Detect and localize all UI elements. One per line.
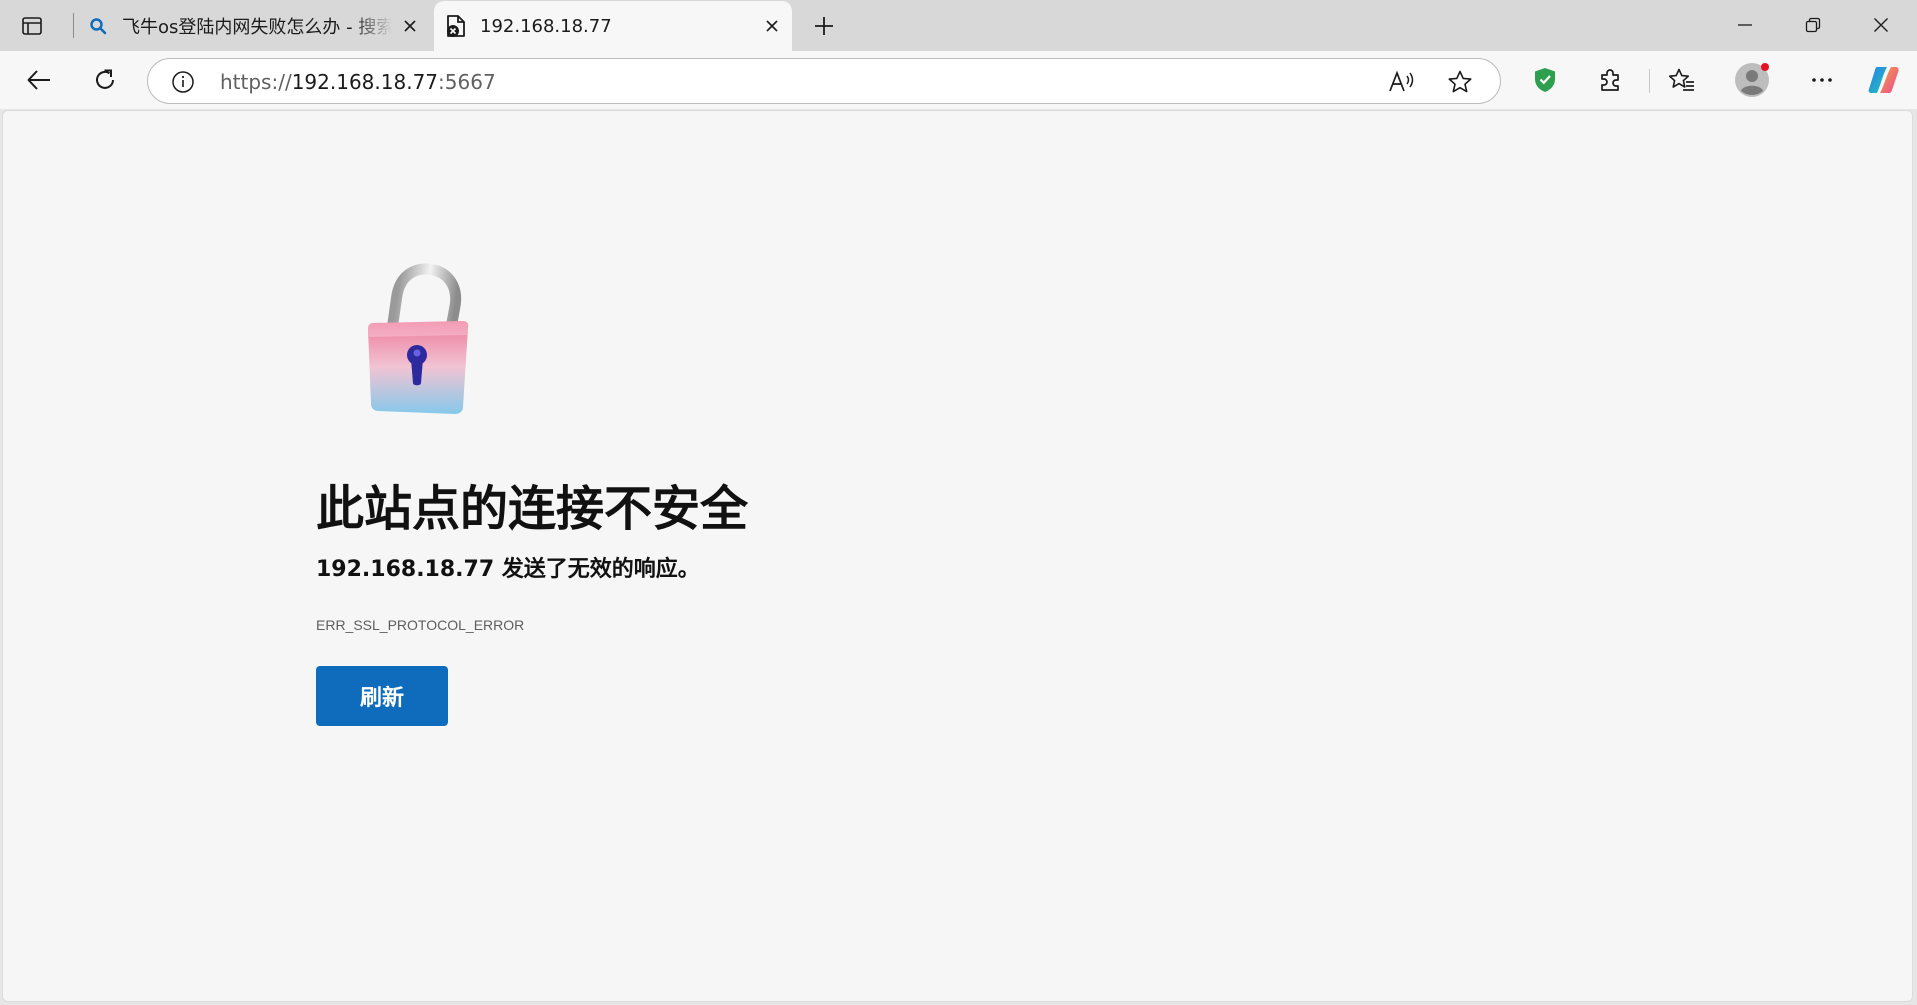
tab-separator [73,13,74,38]
favorites-button[interactable] [1662,60,1702,100]
url-port: :5667 [438,70,496,94]
favorites-icon [1668,68,1694,91]
back-button[interactable] [19,60,59,100]
tab-title: 飞牛os登陆内网失败怎么办 - 搜索 [122,17,392,38]
favorite-star-icon[interactable] [1444,66,1476,98]
extensions-button[interactable] [1590,60,1630,100]
title-bar: 飞牛os登陆内网失败怎么办 - 搜索 192.168.18.77 [0,0,1917,51]
reload-button[interactable]: 刷新 [316,666,448,726]
read-aloud-icon[interactable] [1386,66,1418,98]
restore-icon [1805,17,1821,33]
address-bar[interactable]: https://192.168.18.77:5667 [147,58,1501,104]
tab-search[interactable]: 飞牛os登陆内网失败怎么办 - 搜索 [80,1,430,51]
refresh-button[interactable] [85,60,125,100]
browser-toolbar: https://192.168.18.77:5667 [0,51,1917,109]
toolbar-separator [1649,69,1650,93]
search-icon [86,14,110,38]
error-code: ERR_SSL_PROTOCOL_ERROR [316,617,525,633]
restore-button[interactable] [1779,0,1847,50]
more-button[interactable] [1802,60,1842,100]
tab-actions-button[interactable] [14,11,50,41]
error-title: 此站点的连接不安全 [316,481,749,537]
plus-icon [815,17,833,35]
copilot-icon [1868,67,1899,93]
profile-icon [1735,63,1769,97]
tab-active[interactable]: 192.168.18.77 [434,1,792,51]
close-icon [404,20,416,32]
info-icon[interactable] [170,69,196,95]
extensions-icon [1601,69,1619,91]
new-tab-button[interactable] [806,10,842,42]
profile-button[interactable] [1732,60,1772,100]
more-icon [1812,78,1832,82]
url-scheme: https:// [220,70,292,94]
close-icon [766,20,778,32]
close-icon [1874,18,1888,32]
tab-actions-icon [22,17,42,35]
error-description: 192.168.18.77 发送了无效的响应。 [316,557,700,582]
close-window-button[interactable] [1847,0,1915,50]
shield-icon [1535,68,1555,92]
tab-close-button[interactable] [398,14,422,38]
unlocked-padlock-icon [359,261,477,421]
back-icon [27,70,50,90]
tab-title: 192.168.18.77 [480,15,612,37]
minimize-button[interactable] [1711,0,1779,50]
shield-button[interactable] [1525,60,1565,100]
minimize-icon [1738,24,1752,26]
url-host: 192.168.18.77 [291,70,439,94]
refresh-icon [96,69,114,89]
copilot-button[interactable] [1864,60,1904,100]
page-error-icon [444,14,468,38]
tab-close-button[interactable] [760,14,784,38]
page-content: 此站点的连接不安全 192.168.18.77 发送了无效的响应。 ERR_SS… [2,110,1913,1002]
url-text[interactable]: https://192.168.18.77:5667 [220,70,496,94]
